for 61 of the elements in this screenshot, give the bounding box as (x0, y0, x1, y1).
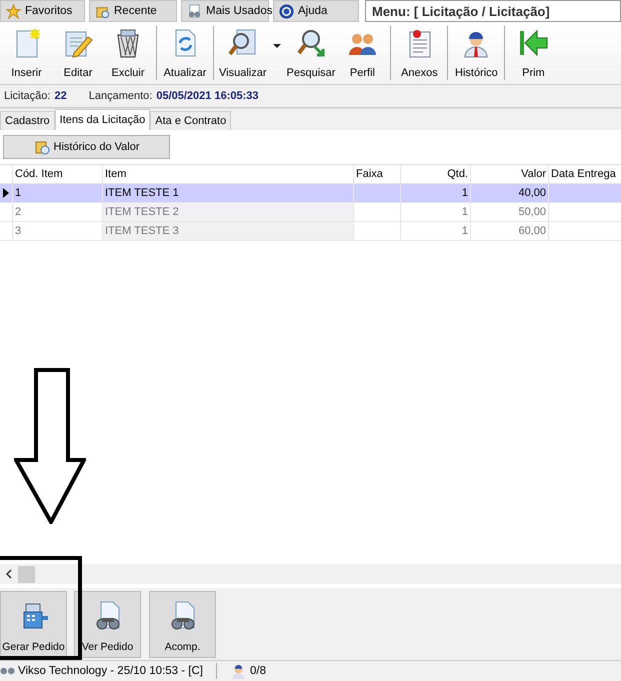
first-arrow-icon (517, 27, 550, 59)
toolbar-button[interactable]: Editar (53, 22, 103, 84)
table-cell: 1 (462, 225, 468, 237)
star-icon (6, 4, 21, 18)
folder-clock-icon (34, 139, 50, 155)
field-value: 05/05/2021 16:05:33 (156, 90, 258, 102)
table-cell: 1 (15, 187, 22, 199)
toolbar-button[interactable]: Pesquisar (284, 22, 338, 84)
top-menu-tab[interactable]: Ajuda (273, 0, 359, 22)
top-menu-tab[interactable]: Favoritos (0, 0, 85, 22)
current-row-icon (3, 188, 9, 198)
toolbar-button[interactable]: Anexos (394, 22, 444, 84)
column-header[interactable]: Item (103, 165, 354, 183)
menu-path-field[interactable]: Menu: [ Licitação / Licitação] (365, 0, 621, 22)
action-button[interactable]: Ver Pedido (74, 590, 141, 658)
table-cell: 60,00 (518, 225, 546, 237)
table-row[interactable]: 3 ITEM TESTE 3 1 60,00 (0, 222, 621, 241)
toolbar-button[interactable]: Excluir (103, 22, 153, 84)
column-header[interactable]: Data Entrega (549, 165, 621, 183)
status-text: Vikso Technology - 25/10 10:53 - [C] (0, 665, 212, 677)
tab[interactable]: Itens da Licitação (54, 109, 150, 130)
person-icon (231, 664, 246, 678)
table-cell: 3 (15, 225, 22, 237)
top-menu-tab[interactable]: Recente (89, 0, 177, 22)
column-header[interactable]: Faixa (354, 165, 401, 183)
toolbar-button[interactable]: Visualizar (217, 22, 268, 84)
table-row[interactable]: 1 ITEM TESTE 1 1 40,00 (0, 184, 621, 203)
table-cell: ITEM TESTE 2 (105, 206, 179, 218)
tab[interactable]: Cadastro (0, 111, 55, 130)
column-header[interactable]: Valor (471, 165, 549, 183)
scrollbar-thumb[interactable] (18, 566, 35, 582)
help-icon (279, 4, 294, 18)
toolbar-button[interactable]: Prim (508, 22, 558, 84)
action-button[interactable]: Acomp. (149, 590, 216, 658)
table-cell: 50,00 (518, 206, 546, 218)
toolbar-button[interactable]: Inserir (0, 22, 53, 84)
scroll-left-icon[interactable] (6, 569, 12, 579)
column-header[interactable]: Qtd. (401, 165, 471, 183)
table-cell: 1 (462, 206, 468, 218)
table-cell: 1 (462, 187, 468, 199)
toolbar-button[interactable]: Atualizar (160, 22, 210, 84)
table-cell: 2 (15, 206, 22, 218)
binoculars-icon (0, 667, 15, 675)
binoculars-icon (187, 4, 202, 18)
field-label: Lançamento: (88, 90, 152, 102)
toolbar-button[interactable]: Histórico (451, 22, 502, 84)
table-cell: ITEM TESTE 3 (105, 225, 179, 237)
field-label: Licitação: (4, 90, 50, 102)
toolbar-button[interactable]: Perfil (337, 22, 388, 84)
search-icon (294, 27, 327, 59)
history-button[interactable]: Histórico do Valor (3, 135, 170, 159)
table-row[interactable]: 2 ITEM TESTE 2 1 50,00 (0, 203, 621, 222)
table-cell: 40,00 (518, 187, 546, 199)
user-count: 0/8 (250, 665, 266, 677)
field-value: 22 (54, 90, 67, 102)
tab[interactable]: Ata e Contrato (150, 111, 232, 130)
horizontal-scrollbar[interactable] (0, 564, 621, 584)
table-cell: ITEM TESTE 1 (105, 187, 179, 199)
action-button[interactable]: Gerar Pedido (0, 590, 67, 658)
dropdown-caret-icon[interactable] (272, 44, 280, 48)
column-header[interactable]: Cód. Item (13, 165, 103, 183)
